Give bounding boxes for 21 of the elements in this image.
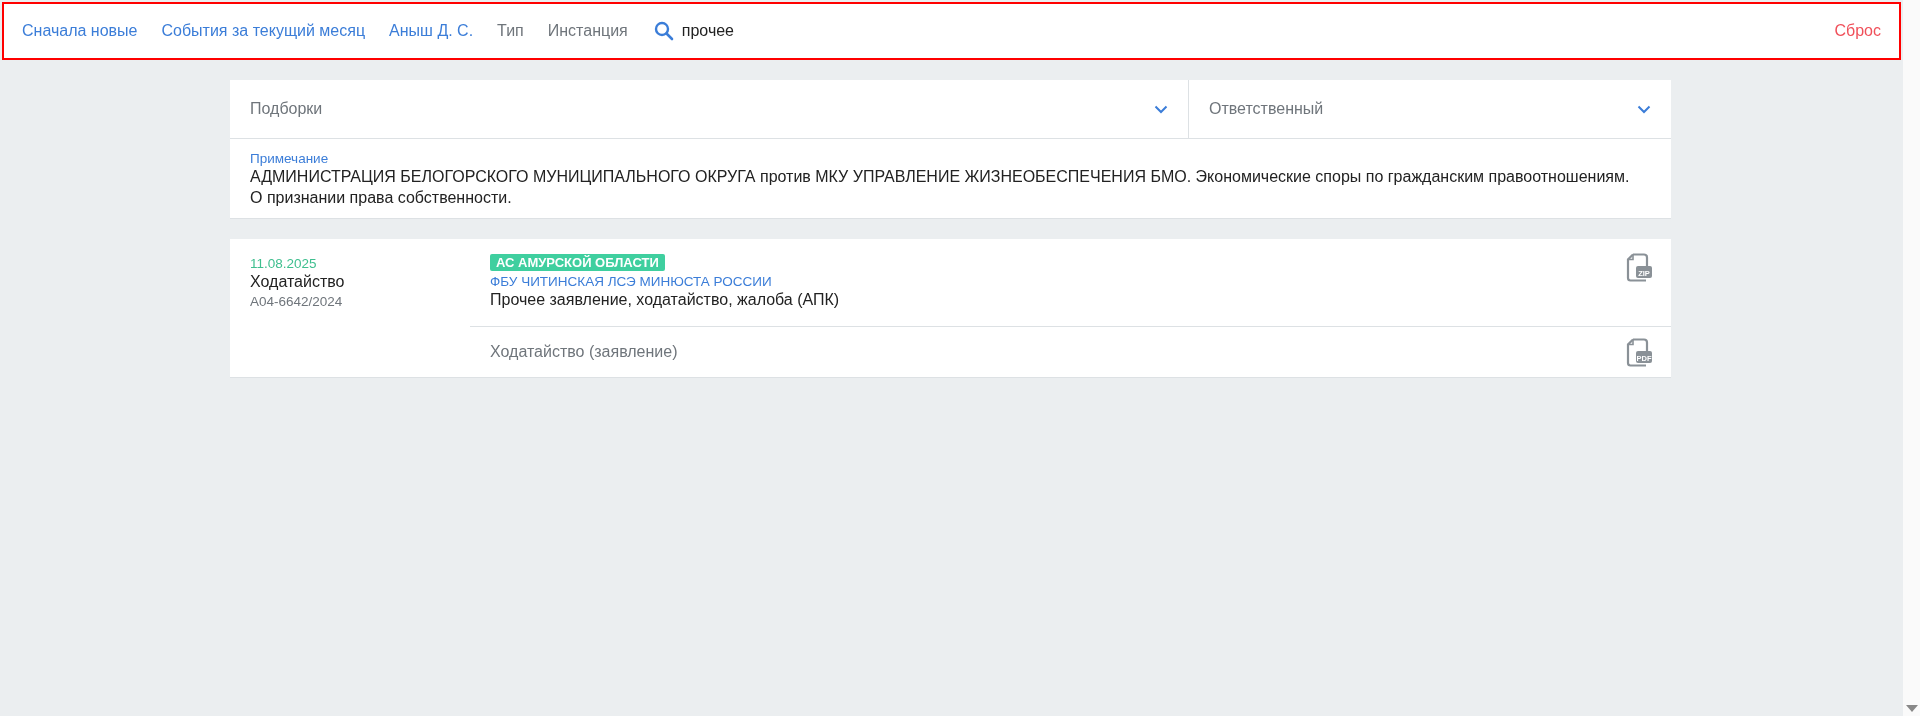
search-icon[interactable] bbox=[653, 21, 674, 41]
note-text: АДМИНИСТРАЦИЯ БЕЛОГОРСКОГО МУНИЦИПАЛЬНОГО ОКРУГА против МКУ УПРАВЛЕНИЕ ЖИЗНЕОБЕСПЕЧЕНИЯ БМО. Экономические споры по гражданским правоотношениям. О признании права собственности. bbox=[250, 167, 1631, 208]
case-number: А04-6642/2024 bbox=[250, 294, 344, 309]
event-date: 11.08.2025 bbox=[250, 256, 318, 271]
chevron-down-icon bbox=[1154, 104, 1168, 114]
dropdown-select[interactable]: Ответственный bbox=[1189, 80, 1671, 138]
filter-link[interactable]: Сначала новые bbox=[22, 22, 138, 40]
chevron-down-icon bbox=[1637, 104, 1651, 114]
court-badge: АС АМУРСКОЙ ОБЛАСТИ bbox=[490, 254, 665, 271]
party-name: ФБУ ЧИТИНСКАЯ ЛСЭ МИНЮСТА РОССИИ bbox=[490, 274, 773, 289]
filter-link[interactable]: Инстанция bbox=[547, 22, 628, 40]
filter-link[interactable]: События за текущий месяц bbox=[161, 22, 366, 40]
dropdown-select[interactable]: Подборки bbox=[230, 80, 1189, 138]
reset-link[interactable]: Сброс bbox=[1834, 22, 1881, 40]
scroll-down-arrow-icon[interactable] bbox=[1905, 705, 1918, 712]
filter-link[interactable]: Тип bbox=[497, 22, 524, 40]
document-title: Прочее заявление, ходатайство, жалоба (АПК) bbox=[490, 291, 841, 309]
attachment-link[interactable]: Ходатайство (заявление) bbox=[490, 343, 1626, 361]
event-type: Ходатайство bbox=[250, 273, 346, 291]
filter-link[interactable]: Аныш Д. С. bbox=[389, 22, 474, 40]
note-label: Примечание bbox=[250, 151, 330, 166]
